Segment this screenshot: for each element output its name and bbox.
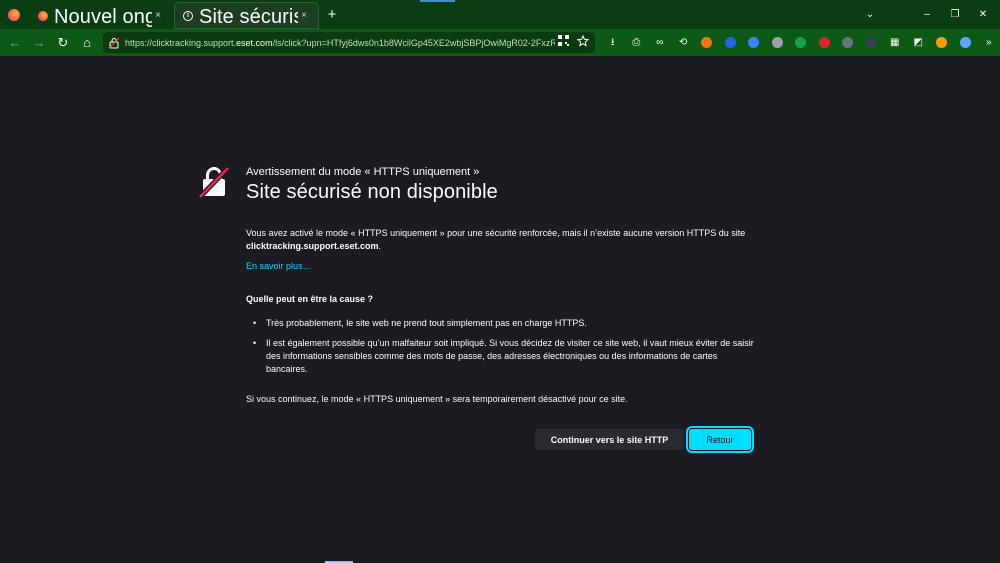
grey-extension-icon[interactable] <box>766 32 790 53</box>
download-icon[interactable]: ⭳ <box>601 32 625 53</box>
contrast-extension-icon[interactable]: ◩ <box>907 32 931 53</box>
close-window-button[interactable]: ✕ <box>968 0 998 29</box>
trash-extension-icon-shape <box>936 37 948 48</box>
firefox-favicon-icon <box>38 10 48 21</box>
green-extension-icon-shape <box>795 37 807 48</box>
cause-list: Très probablement, le site web ne prend … <box>246 317 756 376</box>
eye-extension-icon[interactable] <box>836 32 860 53</box>
url-bar[interactable]: https://clicktracking.support.eset.com/l… <box>103 32 595 53</box>
cause-heading: Quelle peut en être la cause ? <box>246 294 374 304</box>
dark-extension-icon[interactable] <box>860 32 884 53</box>
grid-extension-icon-glyph: ▦ <box>890 36 900 48</box>
eye-extension-icon-shape <box>842 37 854 48</box>
globe-extension-icon-shape <box>959 37 971 48</box>
tab-close-icon[interactable]: × <box>298 10 310 21</box>
learn-more-link[interactable]: En savoir plus… <box>246 260 756 273</box>
new-tab-button[interactable]: + <box>318 0 346 29</box>
tab-list-button[interactable]: ⌄ <box>860 0 880 29</box>
blue-square-extension-icon-shape <box>748 37 760 48</box>
forward-button[interactable]: → <box>27 31 51 55</box>
orange-extension-icon[interactable] <box>695 32 719 53</box>
continue-to-http-button[interactable]: Continuer vers le site HTTP <box>535 429 684 450</box>
orange-extension-icon-shape <box>701 37 713 48</box>
mask-icon-glyph: ∞ <box>656 36 664 48</box>
insecure-lock-icon[interactable] <box>108 37 120 49</box>
tab-new-tab[interactable]: Nouvel onglet × <box>30 3 172 28</box>
trash-extension-icon[interactable] <box>930 32 954 53</box>
extension-toolbar: ⭳⎙∞⟲▦◩»≡ <box>601 32 1000 53</box>
dark-extension-icon-shape <box>865 37 877 48</box>
home-button[interactable]: ⌂ <box>75 31 99 55</box>
grid-extension-icon[interactable]: ▦ <box>883 32 907 53</box>
warning-subtitle: Avertissement du mode « HTTPS uniquement… <box>246 166 480 178</box>
list-item: Il est également possible qu’un malfaite… <box>246 337 756 376</box>
reload-button[interactable]: ↻ <box>51 31 75 55</box>
globe-extension-icon[interactable] <box>954 32 978 53</box>
shield-extension-icon-shape <box>724 37 736 48</box>
page-title: Site sécurisé non disponible <box>246 181 498 203</box>
site-host: clicktracking.support.eset.com <box>246 241 379 251</box>
warning-body: Vous avez activé le mode « HTTPS uniquem… <box>246 227 756 406</box>
maximize-button[interactable]: ❐ <box>940 0 970 29</box>
info-icon: i <box>183 10 193 21</box>
go-back-button[interactable]: Retour <box>686 426 754 453</box>
history-icon[interactable]: ⟲ <box>672 32 696 53</box>
tab-strip-accent <box>420 0 455 2</box>
print-icon[interactable]: ⎙ <box>625 32 649 53</box>
overflow-icon-glyph: » <box>985 36 992 48</box>
minimize-button[interactable]: – <box>912 0 942 29</box>
history-icon-glyph: ⟲ <box>679 36 688 48</box>
shield-extension-icon[interactable] <box>719 32 743 53</box>
back-button[interactable]: ← <box>3 31 27 55</box>
tab-title: Nouvel onglet <box>54 5 152 28</box>
qr-code-icon[interactable] <box>558 35 569 46</box>
mask-icon[interactable]: ∞ <box>648 32 672 53</box>
continue-note: Si vous continuez, le mode « HTTPS uniqu… <box>246 394 628 404</box>
star-icon[interactable] <box>577 35 589 47</box>
tab-strip: Nouvel onglet × i Site sécurisé non disp… <box>0 0 1000 29</box>
navigation-toolbar: ← → ↻ ⌂ https://clicktracking.support.es… <box>0 29 1000 56</box>
contrast-extension-icon-glyph: ◩ <box>913 36 923 48</box>
tab-close-icon[interactable]: × <box>152 10 164 21</box>
tab-title: Site sécurisé non disponible <box>199 5 298 28</box>
red-extension-icon[interactable] <box>813 32 837 53</box>
red-extension-icon-shape <box>818 37 830 48</box>
intro-text: Vous avez activé le mode « HTTPS uniquem… <box>246 228 746 251</box>
firefox-view-button[interactable] <box>0 0 28 29</box>
green-extension-icon[interactable] <box>789 32 813 53</box>
download-icon-glyph: ⭳ <box>611 36 615 48</box>
print-icon-glyph: ⎙ <box>632 36 641 48</box>
overflow-icon[interactable]: » <box>977 32 1000 53</box>
tab-secure-site-unavailable[interactable]: i Site sécurisé non disponible × <box>175 3 318 28</box>
blue-square-extension-icon[interactable] <box>742 32 766 53</box>
firefox-icon <box>8 8 20 21</box>
grey-extension-icon-shape <box>771 37 783 48</box>
url-text[interactable]: https://clicktracking.support.eset.com/l… <box>125 38 555 48</box>
list-item: Très probablement, le site web ne prend … <box>246 317 756 330</box>
broken-lock-icon <box>198 166 230 198</box>
